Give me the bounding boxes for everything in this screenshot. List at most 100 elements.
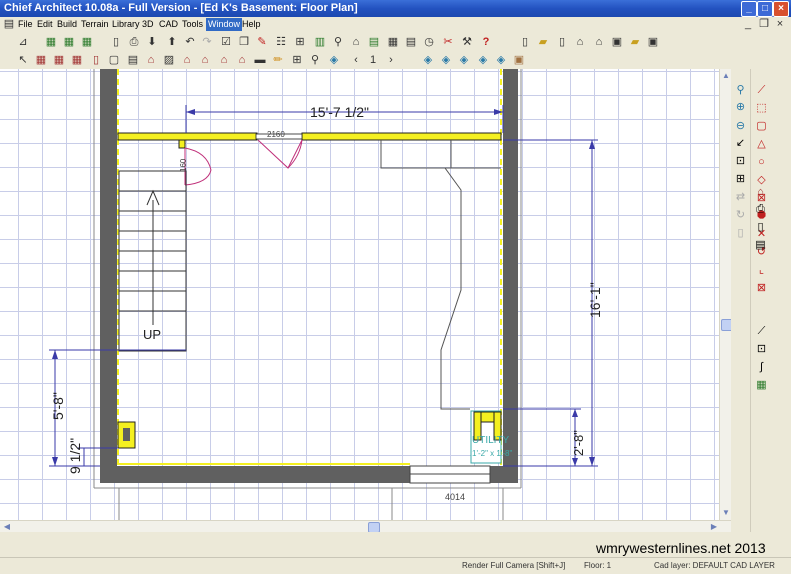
dimension-icon[interactable]: ⊞ (293, 35, 307, 49)
select-objects-icon[interactable]: ⊿ (16, 35, 30, 49)
open-folder-icon[interactable]: ▰ (536, 35, 550, 49)
menu-cad[interactable]: CAD (157, 18, 180, 31)
undo-zoom-icon[interactable]: ↙ (733, 136, 748, 151)
zoom-out-icon[interactable]: ⊖ (733, 119, 748, 134)
overview-icon[interactable]: ◈ (439, 53, 453, 67)
table-icon[interactable]: ▤ (404, 35, 418, 49)
floor-plan-view-icon[interactable]: ▦ (44, 35, 58, 49)
spline-tool-icon[interactable]: ∫ (754, 360, 769, 375)
close-button[interactable]: × (773, 1, 789, 17)
new-file-icon[interactable]: ▯ (109, 35, 123, 49)
3d-box-icon[interactable]: ▣ (512, 53, 526, 67)
menu-library[interactable]: Library (110, 18, 142, 31)
save-icon[interactable]: ▣ (610, 35, 624, 49)
doc-restore-button[interactable]: ❐ (757, 17, 771, 31)
camera-icon[interactable]: ⚲ (331, 35, 345, 49)
menu-window[interactable]: Window (206, 18, 243, 31)
roof-tool-icon[interactable]: ⌂ (144, 53, 158, 67)
text-tool-icon[interactable]: ⊞ (290, 53, 304, 67)
line-tool-icon[interactable]: ⟋ (754, 324, 769, 339)
menu-3d[interactable]: 3D (140, 18, 156, 31)
edit-area-icon[interactable]: ⟋ (754, 83, 769, 98)
house-roof-icon[interactable]: ⌂ (235, 53, 249, 67)
delete-icon[interactable]: ✎ (255, 35, 269, 49)
copy-icon[interactable]: ❐ (237, 35, 251, 49)
print-object-icon[interactable]: ⎙ (753, 202, 768, 217)
undo-icon[interactable]: ↶ (183, 35, 197, 49)
materials-icon[interactable]: ▤ (367, 35, 381, 49)
down-arrow-icon[interactable]: ⬇ (145, 35, 159, 49)
redo-icon[interactable]: ↷ (200, 35, 214, 49)
hammer-icon[interactable]: ⚒ (460, 35, 474, 49)
menu-tools[interactable]: Tools (180, 18, 205, 31)
cabinet-tool-icon[interactable]: ▦ (70, 53, 84, 67)
menu-edit[interactable]: Edit (35, 18, 55, 31)
scroll-down-arrow[interactable]: ▼ (721, 508, 731, 518)
menu-build[interactable]: Build (55, 18, 79, 31)
refresh-icon[interactable]: ↻ (733, 208, 748, 223)
floor-number-icon[interactable]: 1 (366, 53, 380, 67)
maximize-button[interactable]: □ (757, 1, 773, 17)
rectangle-icon[interactable]: ▢ (754, 119, 769, 134)
cross-section-icon[interactable]: ◈ (327, 53, 341, 67)
print-icon[interactable]: ⎙ (127, 35, 141, 49)
template-icon[interactable]: ⌂ (573, 35, 587, 49)
camera-tool-icon[interactable]: ⚲ (308, 53, 322, 67)
grid-icon[interactable]: ▦ (386, 35, 400, 49)
table-object-icon[interactable]: ▤ (753, 238, 768, 253)
fill-building-icon[interactable]: ⊞ (733, 172, 748, 187)
up-arrow-icon[interactable]: ⬆ (165, 35, 179, 49)
corner-icon[interactable]: ⌞ (754, 263, 769, 278)
stair-tool-icon[interactable]: ▤ (126, 53, 140, 67)
pointer-icon[interactable]: ↖ (16, 53, 30, 67)
library-icon[interactable]: ▥ (313, 35, 327, 49)
house-alt-icon[interactable]: ⌂ (217, 53, 231, 67)
plan-view-icon[interactable]: ▦ (62, 35, 76, 49)
perspective-icon[interactable]: ◈ (457, 53, 471, 67)
drawing-canvas[interactable]: 15'-7 1/2" 2160 160 UP 16'-1" 5'-8" 9 1/… (0, 69, 719, 520)
doc-close-button[interactable]: × (773, 17, 787, 31)
scroll-right-arrow[interactable]: ▶ (709, 522, 719, 532)
help-icon[interactable]: ? (479, 35, 493, 49)
elevation-view-icon[interactable]: ◈ (476, 53, 490, 67)
page-object-icon[interactable]: ▯ (753, 220, 768, 235)
framing-tool-icon[interactable]: ▨ (162, 53, 176, 67)
room-tool-icon[interactable]: ▦ (52, 53, 66, 67)
terrain-icon[interactable]: ▬ (253, 53, 267, 67)
template-open-icon[interactable]: ⌂ (592, 35, 606, 49)
wall-tool-icon[interactable]: ▦ (34, 53, 48, 67)
house-icon[interactable]: ⌂ (198, 53, 212, 67)
chevron-right-icon[interactable]: › (384, 53, 398, 67)
box-tool-icon[interactable]: ⊡ (754, 342, 769, 357)
full-camera-icon[interactable]: ◈ (421, 53, 435, 67)
zoom-in-icon[interactable]: ⊕ (733, 100, 748, 115)
window-tool-icon[interactable]: ▢ (107, 53, 121, 67)
pencil-icon[interactable]: ✏ (271, 53, 285, 67)
document-icon[interactable]: ▤ (2, 17, 16, 31)
doll-house-icon[interactable]: ◈ (494, 53, 508, 67)
house-object-icon[interactable]: ⌂ (753, 185, 768, 200)
door-tool-icon[interactable]: ▯ (89, 53, 103, 67)
fill-window-view-icon[interactable]: ⊡ (733, 154, 748, 169)
scissors-icon[interactable]: ✂ (441, 35, 455, 49)
menu-help[interactable]: Help (240, 18, 263, 31)
scroll-left-arrow[interactable]: ◀ (2, 522, 12, 532)
page-icon[interactable]: ▯ (733, 226, 748, 241)
triangle-icon[interactable]: △ (754, 137, 769, 152)
new-plan-icon[interactable]: ▯ (518, 35, 532, 49)
save-as-icon[interactable]: ▣ (646, 35, 660, 49)
circle-icon[interactable]: ○ (754, 155, 769, 170)
elevation-icon[interactable]: ⌂ (349, 35, 363, 49)
clock-icon[interactable]: ◷ (422, 35, 436, 49)
doc-minimize-button[interactable]: _ (741, 17, 755, 31)
select-marquee-icon[interactable]: ⬚ (754, 101, 769, 116)
menu-terrain[interactable]: Terrain (79, 18, 111, 31)
scroll-up-arrow[interactable]: ▲ (721, 71, 731, 81)
chevron-left-icon[interactable]: ‹ (349, 53, 363, 67)
zoom-icon[interactable]: ⚲ (733, 83, 748, 98)
mirror-icon[interactable]: ⊠ (754, 281, 769, 296)
fill-window-icon[interactable]: ☑ (219, 35, 233, 49)
grid-toggle-icon[interactable]: ▦ (754, 378, 769, 393)
new-layout-icon[interactable]: ▯ (555, 35, 569, 49)
layout-icon[interactable]: ▦ (80, 35, 94, 49)
